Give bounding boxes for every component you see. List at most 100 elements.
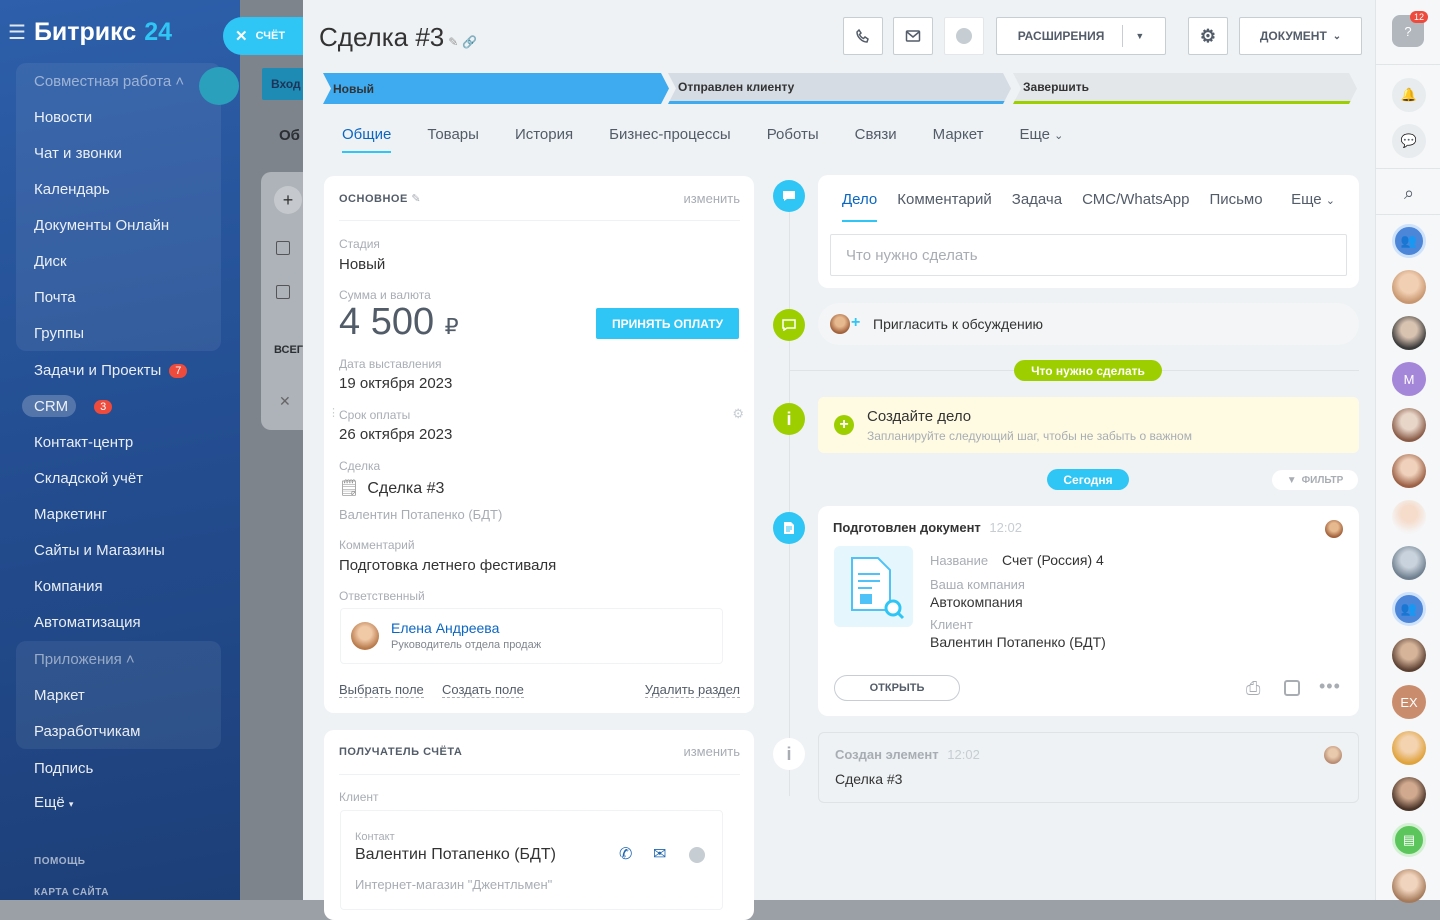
sidebar-item-developers[interactable]: Разработчикам — [34, 723, 140, 740]
responsible-name[interactable]: Елена Андреева — [391, 620, 499, 636]
group-title-collaboration[interactable]: Совместная работа ˄ — [34, 73, 184, 90]
filter-button[interactable]: ▼ ФИЛЬТР — [1272, 470, 1358, 490]
tab-general[interactable]: Общие — [342, 126, 392, 153]
sidebar-item-calendar[interactable]: Календарь — [34, 181, 110, 198]
contact-card-icon[interactable]: ▤ — [1392, 823, 1426, 857]
link-icon[interactable]: 🔗 — [462, 35, 477, 49]
info-icon: i — [773, 738, 805, 770]
tab-deal-activity[interactable]: Дело — [842, 191, 878, 222]
sidebar-item-mail[interactable]: Почта — [34, 289, 76, 306]
sidebar-item-crm[interactable]: CRM 3 — [34, 398, 113, 415]
phone-icon[interactable]: ✆ — [619, 844, 632, 864]
responsible-card[interactable]: Елена Андреева Руководитель отдела прода… — [340, 608, 723, 664]
avatar — [351, 622, 379, 650]
tab-comment[interactable]: Комментарий — [897, 191, 991, 222]
tab-sms[interactable]: СМС/WhatsApp — [1082, 191, 1189, 222]
bell-icon[interactable]: 🔔 — [1392, 78, 1426, 112]
tab-products[interactable]: Товары — [427, 126, 479, 143]
edit-title-icon[interactable]: ✎ — [448, 35, 458, 49]
sidebar-item-chat[interactable]: Чат и звонки — [34, 145, 122, 162]
tab-history[interactable]: История — [515, 126, 573, 143]
avatar[interactable] — [1392, 454, 1426, 488]
deal-link[interactable]: 🗒 Сделка #3 — [339, 478, 444, 498]
todo-input[interactable]: Что нужно сделать — [830, 234, 1347, 276]
drag-handle[interactable]: ⋮ — [328, 406, 339, 419]
sitemap-link[interactable]: КАРТА САЙТА — [34, 887, 109, 898]
help-link[interactable]: ПОМОЩЬ — [34, 856, 85, 867]
more-icon[interactable]: ••• — [1319, 676, 1341, 697]
background-circle — [199, 67, 239, 105]
delete-section-link[interactable]: Удалить раздел — [644, 682, 740, 698]
field-gear-icon[interactable]: ⚙ — [732, 406, 744, 422]
group-title-apps[interactable]: Приложения ˄ — [34, 651, 135, 668]
sidebar-item-documents[interactable]: Документы Онлайн — [34, 217, 169, 234]
chat-button[interactable] — [944, 17, 984, 55]
sidebar-item-news[interactable]: Новости — [34, 109, 92, 126]
avatar[interactable] — [1392, 546, 1426, 580]
sidebar-item-more[interactable]: Ещё ▾ — [34, 794, 73, 811]
menu-icon[interactable]: ☰ — [8, 20, 26, 45]
tab-robots[interactable]: Роботы — [767, 126, 819, 143]
sidebar-item-automation[interactable]: Автоматизация — [34, 614, 141, 631]
sidebar-item-contact-center[interactable]: Контакт-центр — [34, 434, 133, 451]
filter-icon: ▼ — [1286, 474, 1297, 486]
print-icon[interactable]: ⎙ — [1246, 678, 1260, 699]
invite-discussion[interactable]: + Пригласить к обсуждению — [818, 303, 1359, 345]
logo[interactable]: ☰ Битрикс 24 — [8, 18, 172, 47]
open-document-button[interactable]: ОТКРЫТЬ — [834, 675, 960, 701]
created-value[interactable]: Сделка #3 — [835, 771, 902, 787]
stage-complete[interactable]: Завершить — [1013, 73, 1357, 104]
sidebar-item-sites[interactable]: Сайты и Магазины — [34, 542, 165, 559]
document-preview[interactable] — [834, 546, 913, 627]
avatar-m[interactable]: M — [1392, 362, 1426, 396]
close-slider-button[interactable]: ✕ СЧЁТ — [223, 17, 303, 55]
sidebar-item-market[interactable]: Маркет — [34, 687, 85, 704]
tab-task[interactable]: Задача — [1012, 191, 1062, 222]
phone-icon — [856, 28, 869, 43]
sidebar-item-subscription[interactable]: Подпись — [34, 760, 93, 777]
sidebar-item-groups[interactable]: Группы — [34, 325, 84, 342]
call-button[interactable] — [843, 17, 883, 55]
select-field-link[interactable]: Выбрать поле — [339, 682, 424, 698]
note-icon[interactable] — [1284, 680, 1300, 696]
avatar-ex[interactable]: EX — [1392, 685, 1426, 719]
create-field-link[interactable]: Создать поле — [442, 682, 524, 698]
tab-market[interactable]: Маркет — [933, 126, 984, 143]
sidebar-item-tasks[interactable]: Задачи и Проекты 7 — [34, 362, 188, 379]
tab-email[interactable]: Письмо — [1209, 191, 1262, 222]
avatar[interactable] — [1392, 316, 1426, 350]
edit-section-link[interactable]: изменить — [683, 191, 740, 206]
document-client: Валентин Потапенко (БДТ) — [930, 634, 1106, 650]
edit-recipient-link[interactable]: изменить — [683, 744, 740, 759]
sidebar-item-company[interactable]: Компания — [34, 578, 103, 595]
avatar[interactable] — [1392, 731, 1426, 765]
search-icon[interactable]: ⌕ — [1392, 176, 1426, 210]
sidebar-item-warehouse[interactable]: Складской учёт — [34, 470, 143, 487]
accept-payment-button[interactable]: ПРИНЯТЬ ОПЛАТУ — [596, 308, 739, 339]
avatar[interactable] — [1392, 638, 1426, 672]
avatar[interactable] — [1392, 500, 1426, 534]
stage-sent[interactable]: Отправлен клиенту — [668, 73, 1011, 104]
extensions-button[interactable]: РАСШИРЕНИЯ ▼ — [996, 17, 1166, 55]
group-icon[interactable]: 👥 — [1392, 592, 1426, 626]
document-button[interactable]: ДОКУМЕНТ ⌄ — [1239, 17, 1362, 55]
activity-more[interactable]: Еще ⌄ — [1291, 191, 1335, 208]
settings-button[interactable]: ⚙ — [1188, 17, 1228, 55]
avatar[interactable] — [1392, 777, 1426, 811]
create-activity-card[interactable]: + Создайте дело Запланируйте следующий ш… — [818, 397, 1359, 453]
group-chat-icon[interactable]: 👥 — [1392, 224, 1426, 258]
email-button[interactable] — [893, 17, 933, 55]
stage-new[interactable]: Новый — [323, 73, 669, 104]
chat-icon[interactable]: 💬 — [1392, 124, 1426, 158]
mail-icon[interactable]: ✉ — [653, 844, 666, 864]
sidebar-item-disk[interactable]: Диск — [34, 253, 67, 270]
sidebar-item-marketing[interactable]: Маркетинг — [34, 506, 107, 523]
tab-more[interactable]: Еще ⌄ — [1019, 126, 1063, 143]
avatar[interactable] — [1392, 270, 1426, 304]
tab-links[interactable]: Связи — [855, 126, 897, 143]
chat-icon[interactable] — [689, 847, 705, 863]
contact-name[interactable]: Валентин Потапенко (БДТ) — [355, 846, 556, 864]
avatar[interactable] — [1392, 869, 1426, 903]
tab-bizproc[interactable]: Бизнес-процессы — [609, 126, 731, 143]
avatar[interactable] — [1392, 408, 1426, 442]
